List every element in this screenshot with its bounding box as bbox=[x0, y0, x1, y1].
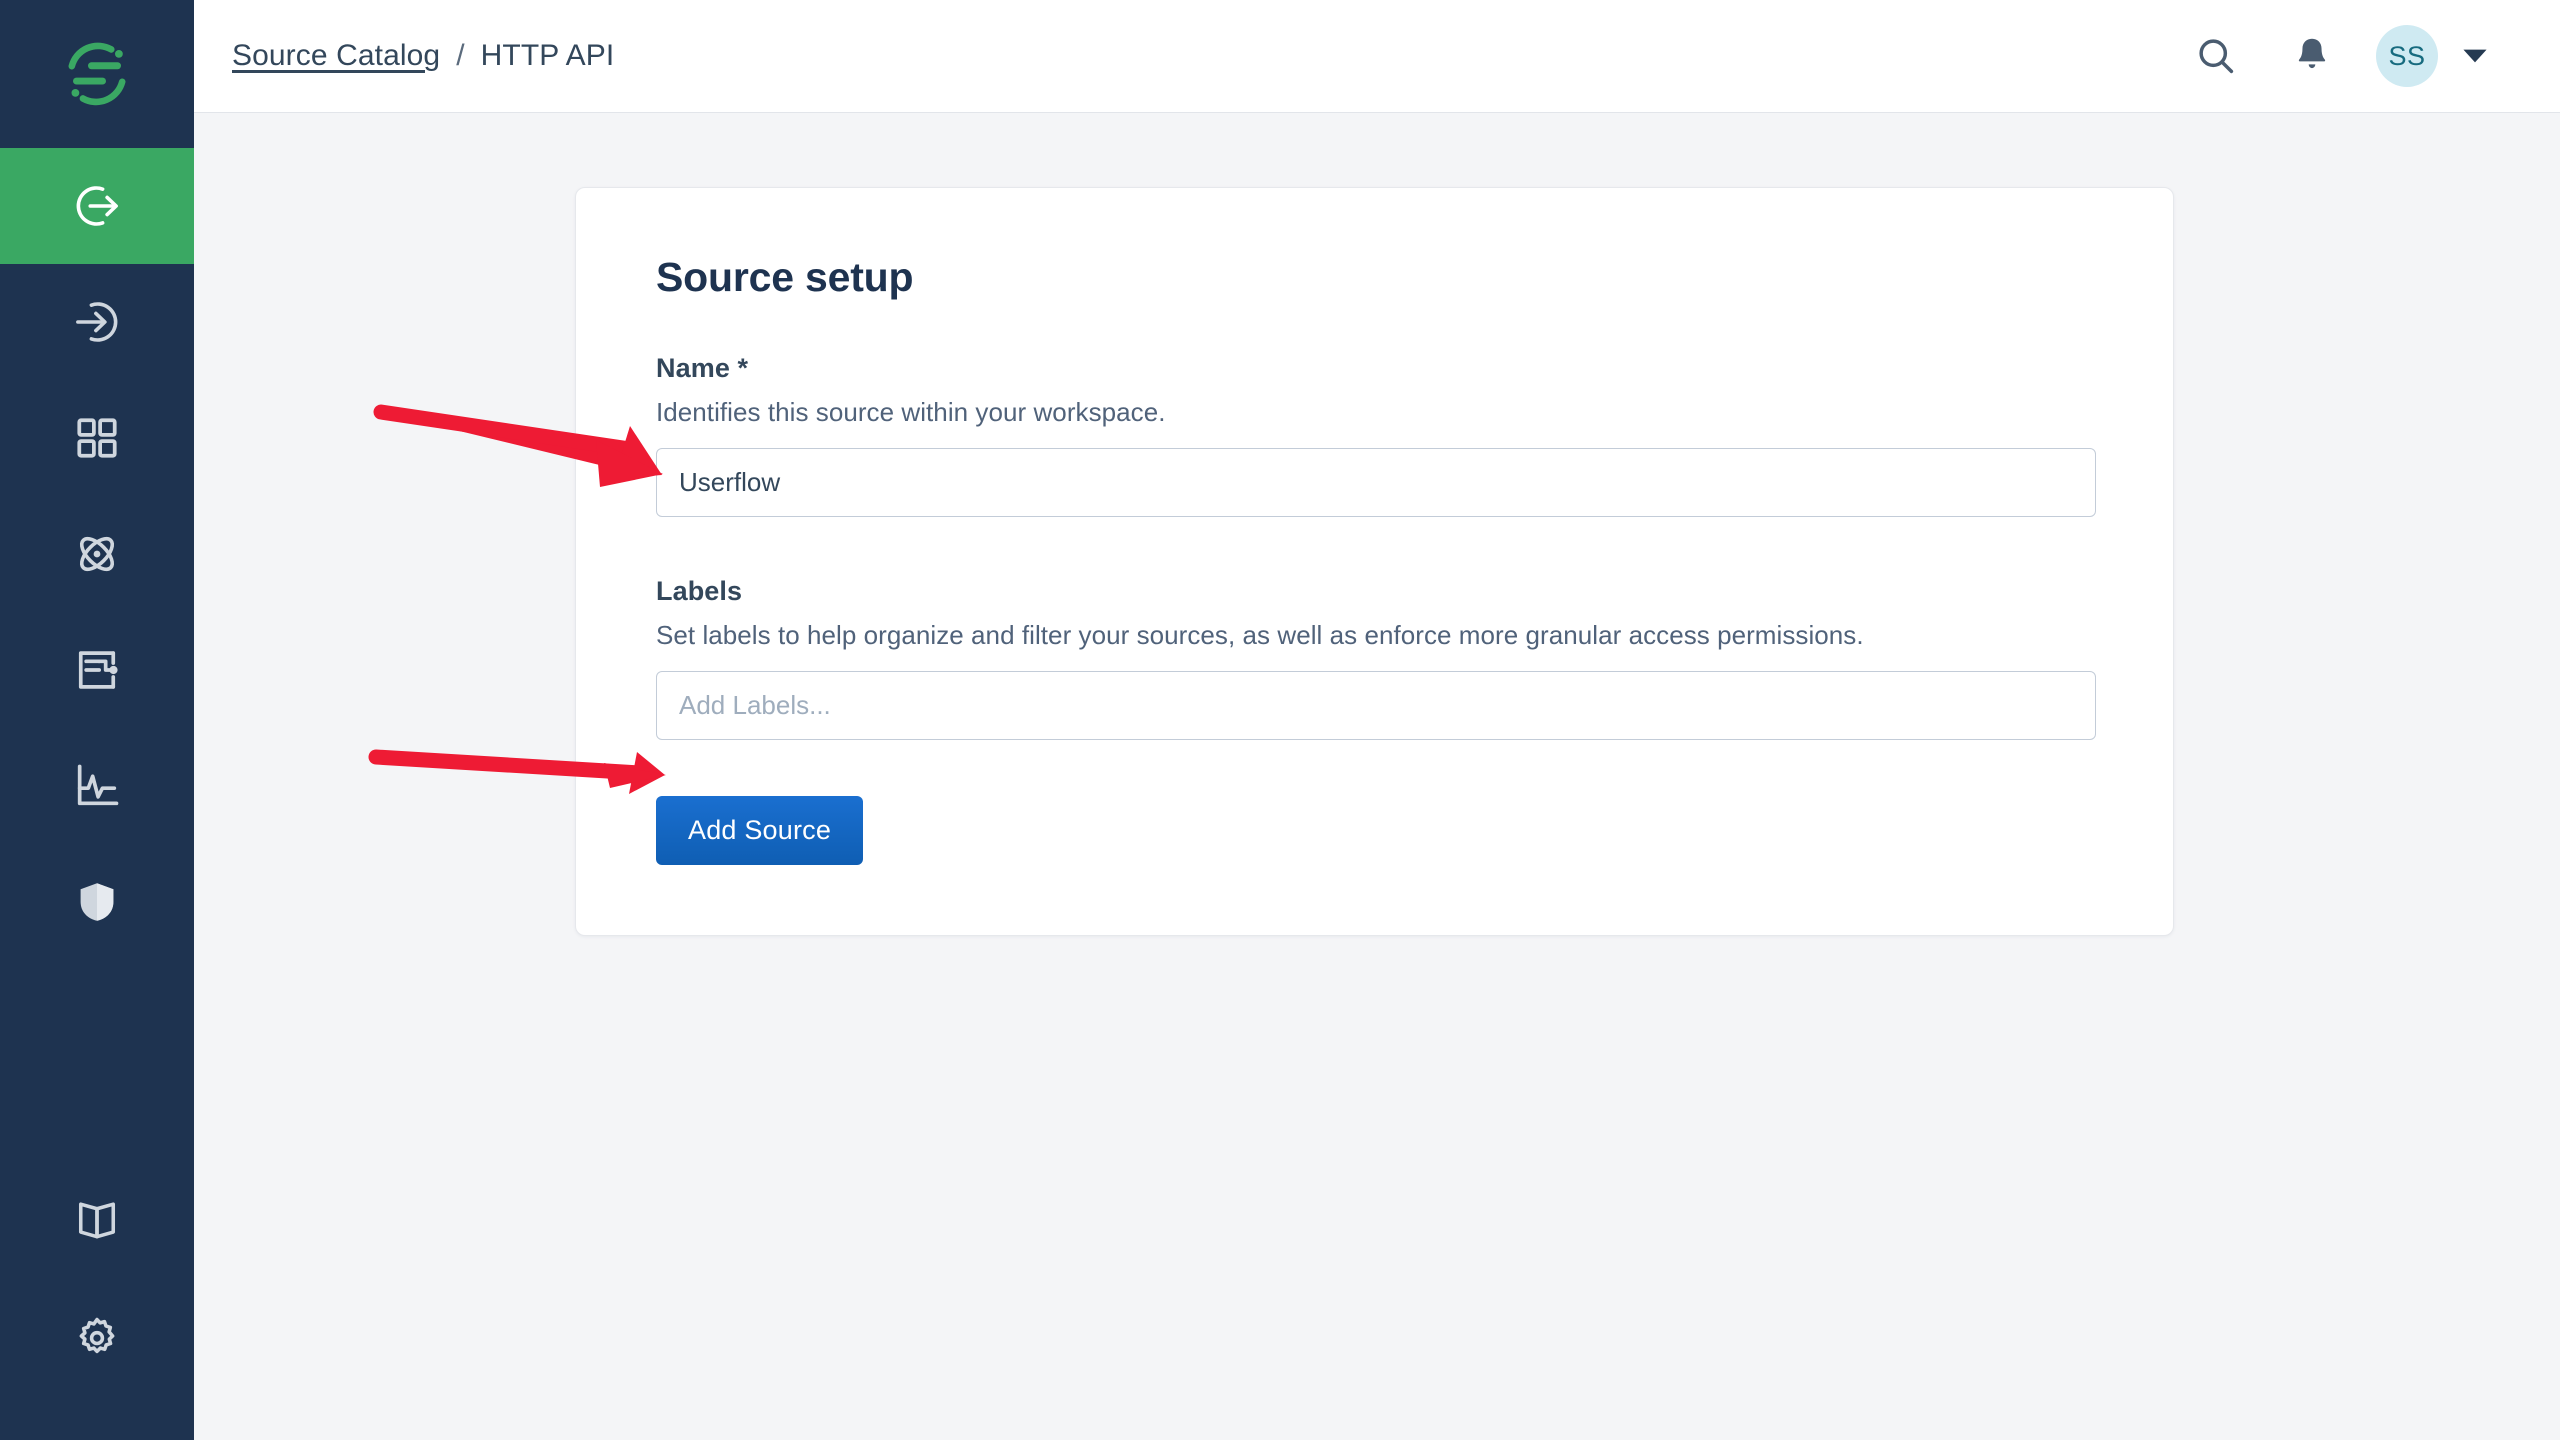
sidebar-item-monitoring[interactable] bbox=[0, 728, 194, 844]
name-field-label: Name * bbox=[656, 353, 749, 383]
sidebar-item-schema[interactable] bbox=[0, 612, 194, 728]
breadcrumb: Source Catalog / HTTP API bbox=[232, 39, 614, 73]
account-menu-button[interactable] bbox=[2452, 26, 2498, 86]
bell-icon bbox=[2298, 38, 2326, 69]
breadcrumb-separator: / bbox=[456, 39, 465, 72]
content-area: Source setup Name * Identifies this sour… bbox=[194, 113, 2560, 1440]
breadcrumb-current: HTTP API bbox=[480, 39, 615, 72]
arrow-into-circle-icon bbox=[76, 302, 118, 342]
sidebar-item-integrations[interactable] bbox=[0, 496, 194, 612]
app-root: Source Catalog / HTTP API SS Source setu… bbox=[0, 0, 2560, 1440]
avatar[interactable]: SS bbox=[2376, 25, 2438, 87]
sidebar bbox=[0, 0, 194, 1440]
page-title: Source setup bbox=[656, 254, 914, 300]
breadcrumb-parent-link[interactable]: Source Catalog bbox=[232, 39, 440, 73]
field-gap bbox=[656, 517, 2093, 576]
app-logo[interactable] bbox=[0, 0, 194, 148]
sidebar-item-sources[interactable] bbox=[0, 148, 194, 264]
gear-icon bbox=[79, 1317, 115, 1354]
activity-chart-icon bbox=[77, 764, 119, 806]
chevron-down-icon bbox=[2463, 49, 2487, 63]
labels-field-description: Set labels to help organize and filter y… bbox=[656, 620, 1864, 650]
labels-field-group: Labels Set labels to help organize and f… bbox=[656, 576, 2096, 740]
notifications-button[interactable] bbox=[2264, 8, 2360, 104]
search-button[interactable] bbox=[2168, 8, 2264, 104]
arrow-out-of-circle-icon bbox=[76, 186, 118, 226]
shield-icon bbox=[80, 883, 114, 921]
sidebar-item-settings[interactable] bbox=[0, 1278, 194, 1394]
sidebar-item-docs[interactable] bbox=[0, 1162, 194, 1278]
schema-node-icon bbox=[78, 651, 118, 689]
search-icon bbox=[2199, 39, 2234, 74]
sidebar-item-apps[interactable] bbox=[0, 380, 194, 496]
stitch-s-logo-icon bbox=[68, 42, 126, 106]
sidebar-item-security[interactable] bbox=[0, 844, 194, 960]
add-source-button[interactable]: Add Source bbox=[656, 796, 864, 865]
top-header: Source Catalog / HTTP API SS bbox=[194, 0, 2560, 113]
main-column: Source Catalog / HTTP API SS Source setu… bbox=[194, 0, 2560, 1440]
atom-icon bbox=[79, 536, 115, 572]
labels-input[interactable] bbox=[656, 671, 2096, 740]
book-icon bbox=[78, 1202, 116, 1239]
name-input[interactable] bbox=[656, 448, 2096, 517]
sidebar-bottom-nav bbox=[0, 1162, 194, 1440]
source-setup-card: Source setup Name * Identifies this sour… bbox=[575, 187, 2174, 936]
sidebar-item-destinations[interactable] bbox=[0, 264, 194, 380]
labels-field-label: Labels bbox=[656, 576, 743, 606]
sidebar-nav bbox=[0, 148, 194, 960]
header-actions: SS bbox=[2168, 8, 2498, 104]
name-field-description: Identifies this source within your works… bbox=[656, 397, 1166, 427]
grid-squares-icon bbox=[77, 418, 117, 458]
name-field-group: Name * Identifies this source within you… bbox=[656, 353, 2096, 517]
submit-gap bbox=[656, 740, 2093, 796]
